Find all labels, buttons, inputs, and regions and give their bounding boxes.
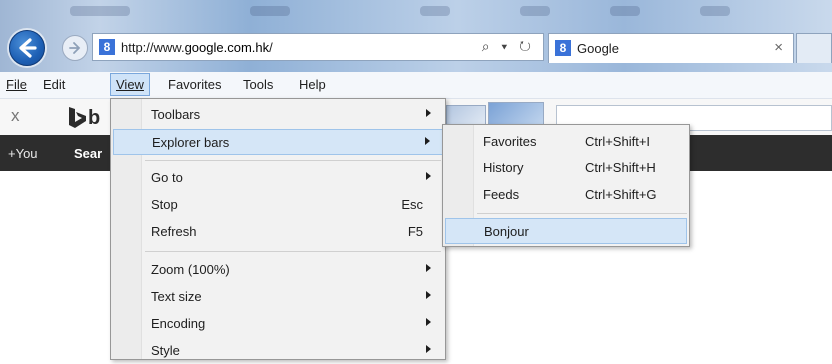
menu-item-toolbars[interactable]: Toolbars [113, 102, 443, 128]
menu-shortcut: Ctrl+Shift+I [585, 134, 651, 149]
menu-item-label: Zoom (100%) [151, 262, 230, 277]
google-favicon-icon: 8 [555, 40, 571, 56]
menu-item-label: Go to [151, 170, 183, 185]
google-favicon-icon: 8 [99, 39, 115, 55]
blurred-title [610, 6, 640, 16]
forward-button[interactable] [62, 35, 88, 61]
explorer-bars-submenu: Favorites Ctrl+Shift+I History Ctrl+Shif… [442, 124, 690, 247]
toolbar-close-icon[interactable]: x [11, 106, 20, 126]
blurred-title [250, 6, 290, 16]
menu-item-label: Toolbars [151, 107, 201, 122]
window-title-bar: 8 http://www.google.com.hk/ ⌕ ▾ ↻ 8 Goog… [0, 0, 832, 72]
menu-item-label: History [483, 160, 524, 175]
new-tab-button[interactable] [796, 33, 832, 63]
menu-item-label: Explorer bars [152, 135, 230, 150]
menu-item-label: Feeds [483, 187, 520, 202]
menu-item-label: Bonjour [484, 224, 529, 239]
submenu-item-favorites[interactable]: Favorites Ctrl+Shift+I [445, 129, 687, 155]
submenu-item-feeds[interactable]: Feeds Ctrl+Shift+G [445, 182, 687, 208]
back-arrow-icon [19, 38, 37, 58]
menu-bar: File Edit View Favorites Tools Help [0, 72, 832, 99]
menu-item-style[interactable]: Style [113, 338, 443, 364]
submenu-arrow-icon [425, 137, 430, 145]
menu-item-label: Stop [151, 197, 178, 212]
view-menu: Toolbars Explorer bars Go to Stop Esc Re… [110, 98, 446, 360]
menu-favorites[interactable]: Favorites [168, 77, 221, 92]
menu-item-label: Text size [151, 289, 202, 304]
menu-item-stop[interactable]: Stop Esc [113, 192, 443, 218]
menu-item-explorer-bars[interactable]: Explorer bars [113, 129, 443, 155]
forward-arrow-icon [69, 42, 81, 54]
submenu-arrow-icon [426, 291, 431, 299]
menu-item-label: Style [151, 343, 180, 358]
tab-title: Google [577, 41, 619, 56]
submenu-arrow-icon [426, 345, 431, 353]
menu-file[interactable]: File [6, 77, 27, 92]
menu-shortcut: Esc [401, 197, 423, 212]
menu-item-label: Encoding [151, 316, 206, 331]
google-search-link[interactable]: Sear [74, 146, 102, 161]
address-controls-icon[interactable]: ⌕ ▾ ↻ [482, 38, 535, 55]
address-bar[interactable]: 8 http://www.google.com.hk/ ⌕ ▾ ↻ [92, 33, 544, 61]
menu-item-go-to[interactable]: Go to [113, 165, 443, 191]
menu-item-label: Refresh [151, 224, 197, 239]
tab-close-icon[interactable]: × [774, 39, 783, 56]
menu-tools[interactable]: Tools [243, 77, 273, 92]
menu-help[interactable]: Help [299, 77, 326, 92]
menu-view[interactable]: View [110, 73, 150, 96]
submenu-item-bonjour[interactable]: Bonjour [445, 218, 687, 244]
submenu-arrow-icon [426, 318, 431, 326]
blurred-title [520, 6, 550, 16]
bing-logo-icon[interactable]: b [66, 103, 100, 131]
blurred-title [700, 6, 730, 16]
menu-separator [145, 251, 441, 252]
submenu-item-history[interactable]: History Ctrl+Shift+H [445, 155, 687, 181]
submenu-arrow-icon [426, 109, 431, 117]
blurred-title [70, 6, 130, 16]
menu-separator [477, 213, 687, 214]
submenu-arrow-icon [426, 172, 431, 180]
menu-separator [145, 160, 441, 161]
tab-google[interactable]: 8 Google × [548, 33, 794, 63]
menu-shortcut: Ctrl+Shift+H [585, 160, 656, 175]
bing-b-icon [69, 106, 86, 128]
menu-shortcut: Ctrl+Shift+G [585, 187, 657, 202]
menu-item-text-size[interactable]: Text size [113, 284, 443, 310]
url-text[interactable]: http://www.google.com.hk/ [121, 40, 273, 55]
blurred-title [420, 6, 450, 16]
back-button[interactable] [9, 30, 45, 66]
menu-item-refresh[interactable]: Refresh F5 [113, 219, 443, 245]
menu-item-zoom[interactable]: Zoom (100%) [113, 257, 443, 283]
menu-item-label: Favorites [483, 134, 537, 149]
google-plus-you-link[interactable]: +You [8, 146, 38, 161]
menu-shortcut: F5 [407, 224, 423, 239]
submenu-arrow-icon [426, 264, 431, 272]
menu-edit[interactable]: Edit [43, 77, 65, 92]
menu-item-encoding[interactable]: Encoding [113, 311, 443, 337]
